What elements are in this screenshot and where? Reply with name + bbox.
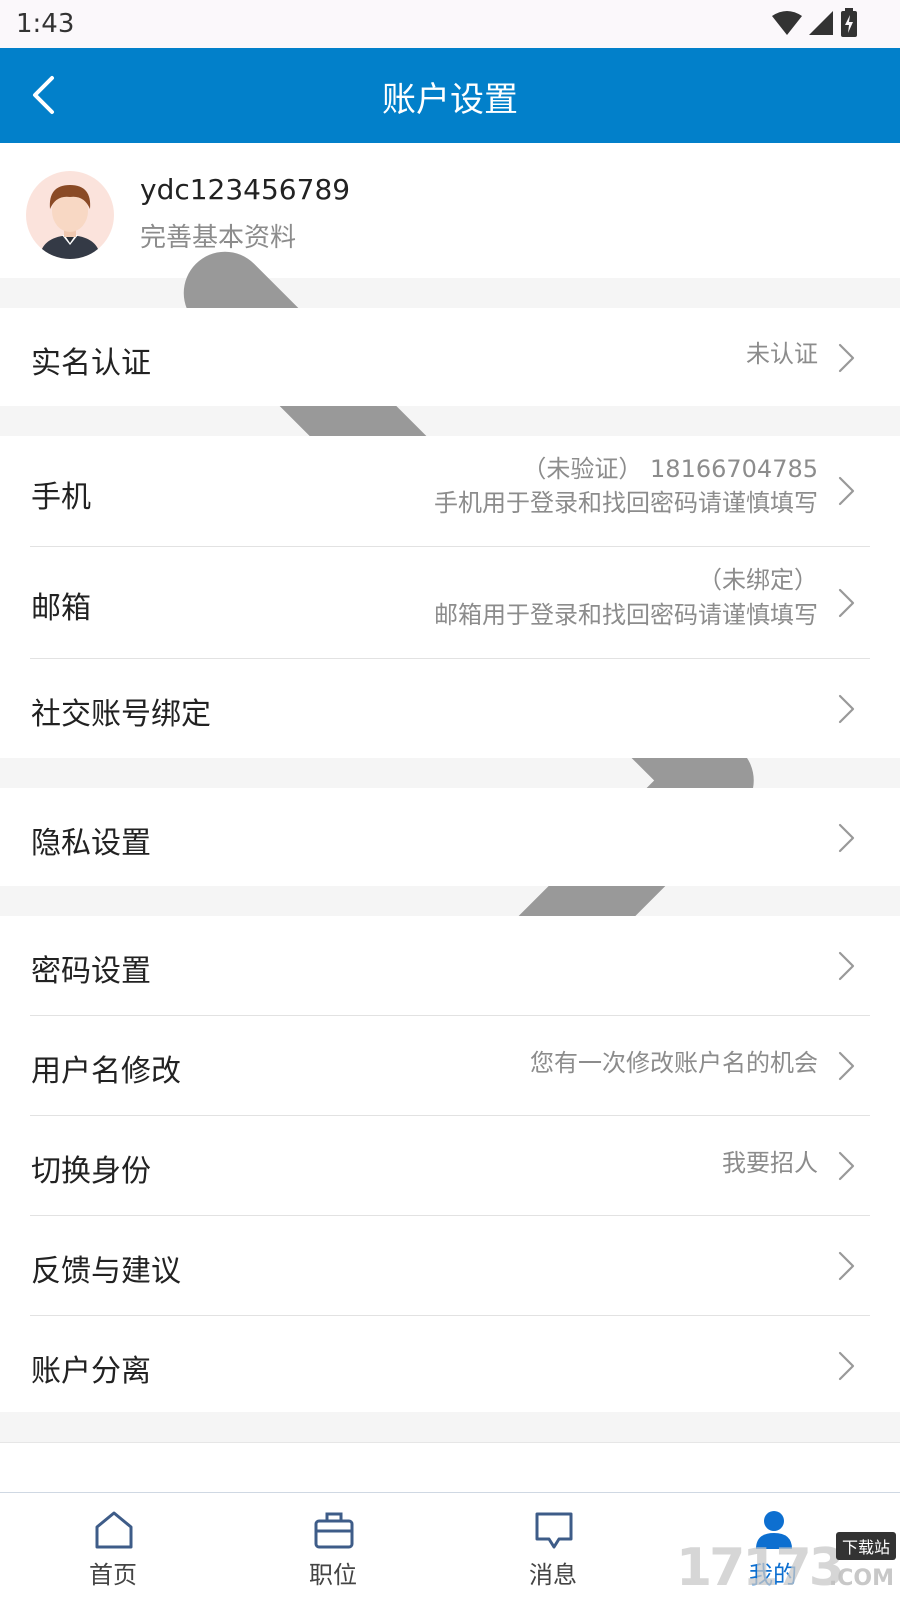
wifi-icon: [772, 11, 802, 35]
row-label: 账户分离: [31, 1354, 151, 1389]
row-hint: 手机用于登录和找回密码请谨慎填写: [434, 489, 818, 517]
tab-label: 消息: [529, 1561, 577, 1589]
account-separation-row[interactable]: 账户分离: [0, 1316, 900, 1412]
chevron-right-icon: [838, 1051, 855, 1081]
chevron-right-icon: [838, 588, 855, 618]
row-label: 社交账号绑定: [31, 697, 211, 732]
password-row[interactable]: 密码设置: [0, 916, 900, 1016]
phone-row[interactable]: 手机 （未验证） 18166704785 手机用于登录和找回密码请谨慎填写: [0, 436, 900, 547]
chevron-right-icon: [838, 343, 855, 373]
tab-home[interactable]: 首页: [53, 1493, 173, 1600]
row-value: （未绑定）: [698, 566, 818, 594]
next-section-partial: [0, 1442, 900, 1492]
page-title: 账户设置: [382, 80, 518, 120]
profile-subtitle: 完善基本资料: [140, 223, 297, 253]
chevron-right-icon: [838, 1351, 855, 1381]
signal-icon: [809, 11, 833, 35]
username: ydc123456789: [140, 173, 351, 206]
switch-identity-row[interactable]: 切换身份 我要招人: [0, 1116, 900, 1216]
row-label: 邮箱: [31, 591, 91, 626]
tab-messages[interactable]: 消息: [493, 1493, 613, 1600]
row-label: 反馈与建议: [31, 1254, 181, 1289]
real-name-section: 实名认证 未认证: [0, 308, 900, 406]
row-value: （未验证） 18166704785: [522, 455, 818, 483]
tab-jobs[interactable]: 职位: [273, 1493, 393, 1600]
row-value: 我要招人: [722, 1149, 818, 1177]
chevron-right-icon: [838, 476, 855, 506]
watermark-digits: 17173: [676, 1538, 845, 1598]
real-name-row[interactable]: 实名认证 未认证: [0, 308, 900, 406]
privacy-section: 隐私设置: [0, 788, 900, 886]
app-bar: 账户设置: [0, 48, 900, 143]
status-bar: 1:43: [0, 0, 900, 48]
account-section: 密码设置 用户名修改 您有一次修改账户名的机会 切换身份 我要招人 反馈与建议 …: [0, 916, 900, 1412]
contact-section: 手机 （未验证） 18166704785 手机用于登录和找回密码请谨慎填写 邮箱…: [0, 436, 900, 758]
status-time: 1:43: [16, 9, 75, 39]
row-label: 隐私设置: [31, 826, 151, 861]
avatar: [26, 171, 114, 259]
row-label: 实名认证: [31, 346, 151, 381]
feedback-row[interactable]: 反馈与建议: [0, 1216, 900, 1316]
row-value: 您有一次修改账户名的机会: [530, 1049, 818, 1077]
watermark-suffix: .COM: [828, 1566, 894, 1591]
profile-row[interactable]: ydc123456789 完善基本资料: [0, 143, 900, 1310]
chevron-right-icon: [838, 1251, 855, 1281]
chevron-right-icon: [838, 823, 855, 853]
email-row[interactable]: 邮箱 （未绑定） 邮箱用于登录和找回密码请谨慎填写: [0, 547, 900, 659]
tab-label: 首页: [89, 1561, 137, 1589]
row-hint: 邮箱用于登录和找回密码请谨慎填写: [434, 601, 818, 629]
privacy-row[interactable]: 隐私设置: [0, 788, 900, 886]
site-watermark: 17173 下载站 .COM: [670, 1528, 900, 1600]
chevron-right-icon: [838, 951, 855, 981]
message-icon: [535, 1512, 573, 1549]
status-icons: [772, 8, 858, 38]
tab-label: 职位: [309, 1561, 357, 1589]
row-label: 密码设置: [31, 954, 151, 989]
chevron-right-icon: [838, 694, 855, 724]
row-value: 未认证: [746, 340, 818, 368]
row-label: 切换身份: [31, 1154, 151, 1189]
battery-icon: [841, 8, 857, 37]
social-binding-row[interactable]: 社交账号绑定: [0, 659, 900, 758]
username-change-row[interactable]: 用户名修改 您有一次修改账户名的机会: [0, 1016, 900, 1116]
home-icon: [95, 1511, 133, 1549]
chevron-right-icon: [838, 1151, 855, 1181]
row-label: 用户名修改: [31, 1054, 181, 1089]
briefcase-icon: [314, 1512, 354, 1549]
watermark-badge: 下载站: [835, 1532, 896, 1560]
row-label: 手机: [31, 480, 91, 515]
